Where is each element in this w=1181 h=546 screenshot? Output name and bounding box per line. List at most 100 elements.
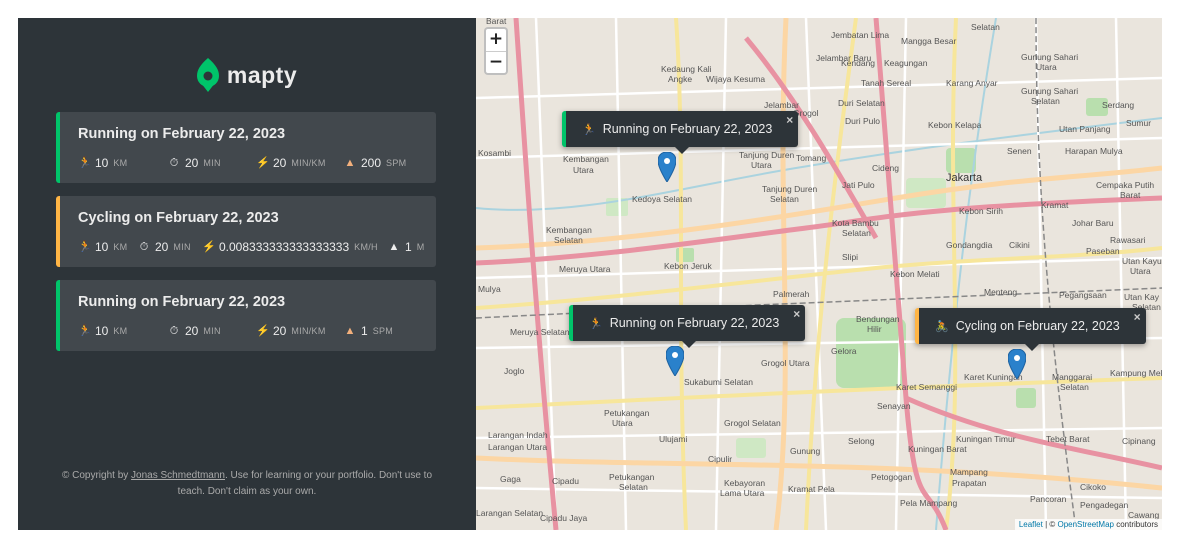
svg-text:Utan Kayu: Utan Kayu xyxy=(1122,256,1162,266)
pace-unit: min/km xyxy=(291,158,326,168)
svg-text:Jakarta: Jakarta xyxy=(946,172,983,184)
map[interactable]: Barat Jembatan Lima Mangga Besar Selatan Gu… xyxy=(476,18,1162,530)
svg-text:Kembangan: Kembangan xyxy=(563,154,609,164)
popup-close-button[interactable]: × xyxy=(786,113,793,127)
svg-text:Gunung Sahari: Gunung Sahari xyxy=(1021,52,1078,62)
osm-link[interactable]: OpenStreetMap xyxy=(1057,520,1113,529)
pace-value: 20 xyxy=(273,324,287,338)
svg-text:Petogogan: Petogogan xyxy=(871,472,912,482)
stopwatch-icon: ⏱ xyxy=(169,325,179,337)
svg-text:Senen: Senen xyxy=(1007,146,1032,156)
distance-value: 10 xyxy=(95,240,109,254)
svg-text:Mulya: Mulya xyxy=(478,284,501,294)
svg-text:Selatan: Selatan xyxy=(619,482,648,492)
svg-text:Selatan: Selatan xyxy=(842,228,871,238)
workout-card[interactable]: Cycling on February 22, 2023 🏃 10 km ⏱ 2… xyxy=(56,196,436,267)
workout-card[interactable]: Running on February 22, 2023 🏃 10 km ⏱ 2… xyxy=(56,280,436,351)
svg-text:Kebayoran: Kebayoran xyxy=(724,478,765,488)
svg-text:Tanjung Duren: Tanjung Duren xyxy=(762,184,818,194)
footprint-icon: ▲ xyxy=(344,157,356,169)
svg-text:Paseban: Paseban xyxy=(1086,246,1120,256)
svg-text:Tebet Barat: Tebet Barat xyxy=(1046,434,1090,444)
map-popup[interactable]: 🏃 Running on February 22, 2023 × xyxy=(569,305,806,348)
svg-text:Menteng: Menteng xyxy=(984,287,1017,297)
svg-text:Kuningan Barat: Kuningan Barat xyxy=(908,444,967,454)
cadence-stat: ▲ 1 spm xyxy=(344,324,393,338)
workout-card[interactable]: Running on February 22, 2023 🏃 10 km ⏱ 2… xyxy=(56,112,436,183)
svg-text:Duri Selatan: Duri Selatan xyxy=(838,98,885,108)
svg-text:Utan Kay: Utan Kay xyxy=(1124,292,1160,302)
map-marker-pin-icon[interactable] xyxy=(658,152,676,182)
running-icon: 🏃 xyxy=(582,123,596,136)
duration-stat: ⏱ 20 min xyxy=(168,156,256,170)
workout-details: 🏃 10 km ⏱ 20 min ⚡ 20 min/km xyxy=(78,156,436,170)
svg-text:Kendang: Kendang xyxy=(841,58,875,68)
svg-text:Lama Utara: Lama Utara xyxy=(720,488,765,498)
speed-value: 0.008333333333333333 xyxy=(219,240,350,254)
sidebar: mapty Running on February 22, 2023 🏃 10 … xyxy=(18,18,476,530)
duration-value: 20 xyxy=(185,324,199,338)
elevation-stat: ▲ 1 m xyxy=(388,240,425,254)
svg-text:Kebon Sirih: Kebon Sirih xyxy=(959,206,1003,216)
svg-text:Selatan: Selatan xyxy=(1060,382,1089,392)
svg-text:Utara: Utara xyxy=(1036,62,1057,72)
svg-text:Kosambi: Kosambi xyxy=(478,148,511,158)
pace-stat: ⚡ 20 min/km xyxy=(256,324,344,338)
duration-unit: min xyxy=(173,242,191,252)
stopwatch-icon: ⏱ xyxy=(169,157,179,169)
svg-text:Kuningan Timur: Kuningan Timur xyxy=(956,434,1016,444)
svg-text:Cideng: Cideng xyxy=(872,163,899,173)
svg-text:Joglo: Joglo xyxy=(504,366,525,376)
lightning-icon: ⚡ xyxy=(256,325,270,337)
workout-list: Running on February 22, 2023 🏃 10 km ⏱ 2… xyxy=(56,112,436,364)
svg-text:Kota Bambu: Kota Bambu xyxy=(832,218,879,228)
leaflet-link[interactable]: Leaflet xyxy=(1019,520,1043,529)
app-container: mapty Running on February 22, 2023 🏃 10 … xyxy=(18,18,1162,530)
svg-text:Kramat: Kramat xyxy=(1041,200,1069,210)
lightning-icon: ⚡ xyxy=(202,241,216,253)
map-popup[interactable]: 🚴 Cycling on February 22, 2023 × xyxy=(915,308,1146,351)
svg-text:Tomang: Tomang xyxy=(796,153,827,163)
svg-text:Karang Anyar: Karang Anyar xyxy=(946,78,998,88)
svg-text:Wijaya Kesuma: Wijaya Kesuma xyxy=(706,74,765,84)
elevation-value: 1 xyxy=(405,240,412,254)
svg-text:Serdang: Serdang xyxy=(1102,100,1134,110)
svg-text:Utan Panjang: Utan Panjang xyxy=(1059,124,1111,134)
svg-text:Gondangdia: Gondangdia xyxy=(946,240,993,250)
svg-text:Gelora: Gelora xyxy=(831,346,857,356)
svg-text:Petukangan: Petukangan xyxy=(604,408,650,418)
cadence-stat: ▲ 200 spm xyxy=(344,156,407,170)
map-marker-pin-icon[interactable] xyxy=(1008,349,1026,379)
svg-text:Karet Semanggi: Karet Semanggi xyxy=(896,382,957,392)
svg-text:Cipadu Jaya: Cipadu Jaya xyxy=(540,513,588,523)
popup-close-button[interactable]: × xyxy=(1134,310,1141,324)
author-link[interactable]: Jonas Schmedtmann xyxy=(131,470,225,481)
svg-text:Jembatan Lima: Jembatan Lima xyxy=(831,30,889,40)
mountain-icon: ▲ xyxy=(388,241,400,253)
svg-text:Gunung: Gunung xyxy=(790,446,821,456)
logo-text: mapty xyxy=(226,61,298,88)
cycling-icon: 🚴 xyxy=(935,320,949,333)
map-popup[interactable]: 🏃 Running on February 22, 2023 × xyxy=(562,111,799,154)
map-tiles[interactable]: BaratJembatan LimaMangga Besar SelatanGu… xyxy=(476,18,1162,530)
distance-stat: 🏃 10 km xyxy=(78,324,168,338)
running-icon: 🏃 xyxy=(589,317,603,330)
svg-text:Selong: Selong xyxy=(848,436,875,446)
distance-value: 10 xyxy=(95,156,109,170)
zoom-out-button[interactable]: − xyxy=(486,51,506,73)
svg-text:Grogol Selatan: Grogol Selatan xyxy=(724,418,781,428)
footprint-icon: ▲ xyxy=(344,325,356,337)
svg-text:Selatan: Selatan xyxy=(1031,96,1060,106)
svg-text:Selatan: Selatan xyxy=(770,194,799,204)
svg-text:Kedoya Selatan: Kedoya Selatan xyxy=(632,194,692,204)
svg-text:Larangan Indah: Larangan Indah xyxy=(488,430,548,440)
svg-text:Sumur: Sumur xyxy=(1126,118,1151,128)
distance-unit: km xyxy=(113,158,128,168)
svg-text:Selatan: Selatan xyxy=(554,235,583,245)
popup-close-button[interactable]: × xyxy=(793,307,800,321)
map-marker-pin-icon[interactable] xyxy=(666,346,684,376)
svg-text:Kedaung Kali: Kedaung Kali xyxy=(661,64,712,74)
map-attribution: Leaflet | © OpenStreetMap contributors xyxy=(1014,519,1162,530)
zoom-in-button[interactable]: + xyxy=(486,29,506,51)
svg-text:Pancoran: Pancoran xyxy=(1030,494,1067,504)
